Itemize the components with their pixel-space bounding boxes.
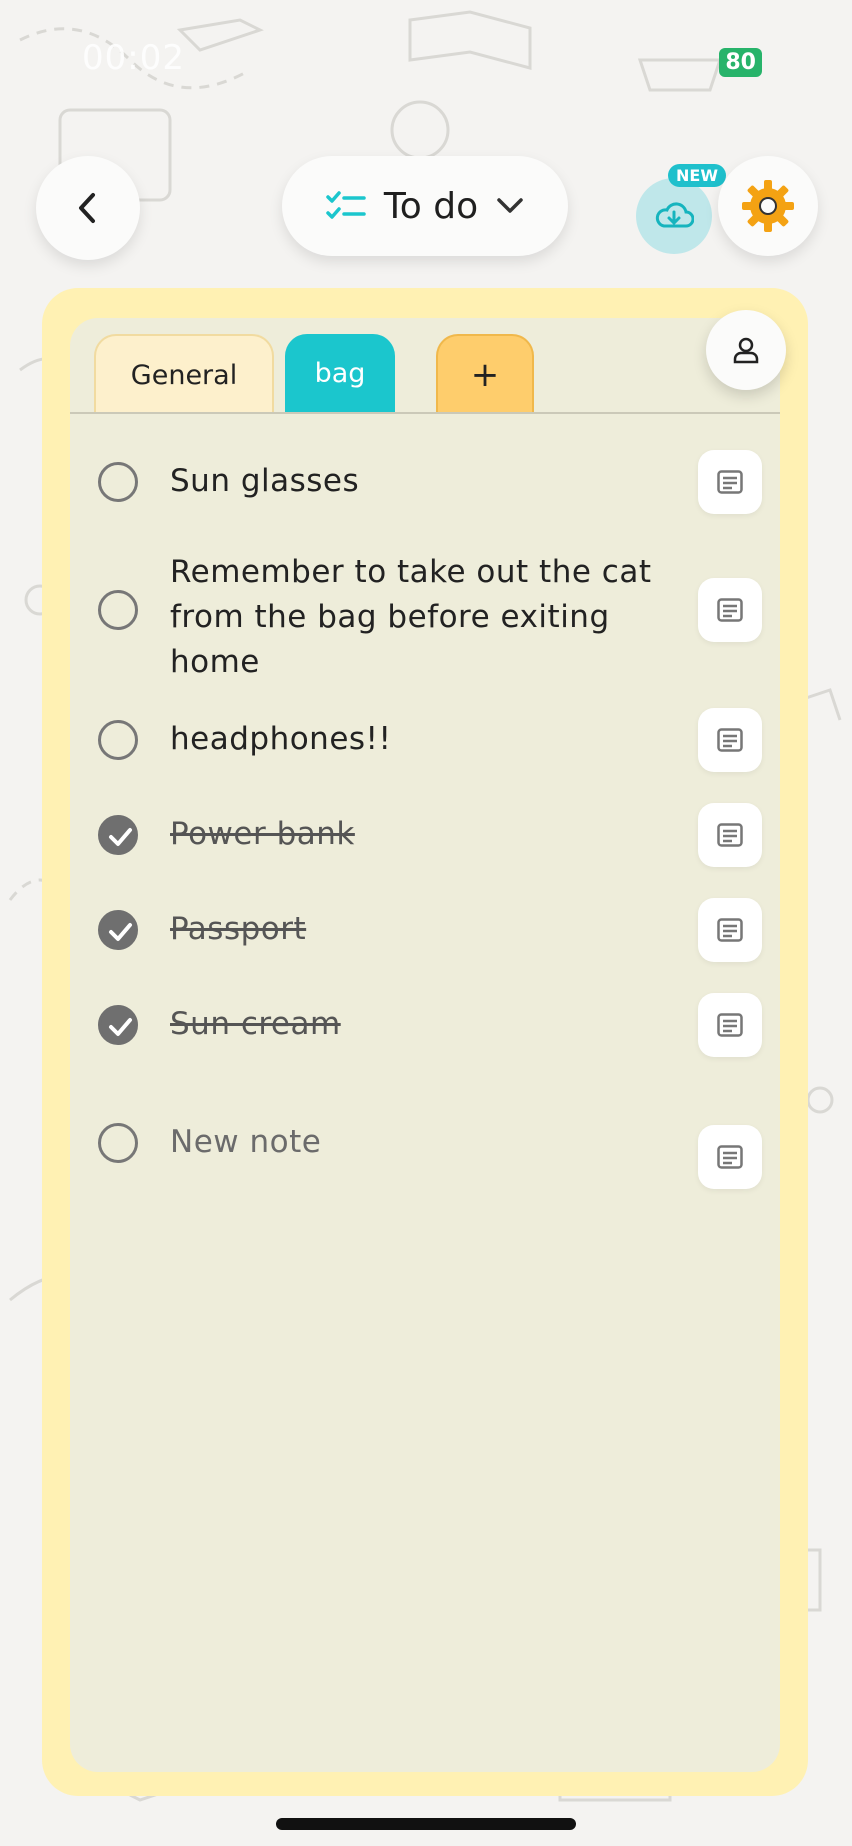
- checkbox[interactable]: [98, 590, 138, 630]
- note-icon: [717, 470, 743, 494]
- tab-bag[interactable]: bag: [285, 334, 395, 412]
- item-text[interactable]: Remember to take out the cat from the ba…: [170, 550, 670, 685]
- cloud-sync-button[interactable]: [636, 178, 712, 254]
- new-badge: NEW: [668, 164, 726, 187]
- cloud-download-icon: [655, 202, 694, 228]
- checkbox-checked[interactable]: [98, 910, 138, 950]
- check-icon: [109, 923, 132, 941]
- gear-icon: [742, 180, 794, 232]
- note-icon: [717, 823, 743, 847]
- checkbox-checked[interactable]: [98, 815, 138, 855]
- item-note-button[interactable]: [698, 803, 762, 867]
- checkbox[interactable]: [98, 462, 138, 502]
- check-icon: [109, 1018, 132, 1036]
- back-button[interactable]: [36, 156, 140, 260]
- list-card: [42, 288, 808, 1796]
- checklist-icon: [326, 191, 366, 219]
- user-icon: [733, 337, 759, 364]
- item-text[interactable]: headphones!!: [170, 717, 391, 762]
- page-title: To do: [383, 185, 479, 227]
- note-icon: [717, 598, 743, 622]
- item-text[interactable]: Sun glasses: [170, 459, 359, 504]
- settings-button[interactable]: [718, 156, 818, 256]
- item-text[interactable]: Passport: [170, 907, 306, 952]
- status-time: 00:02: [82, 38, 185, 78]
- list-type-dropdown[interactable]: To do: [282, 156, 568, 256]
- home-indicator: [276, 1818, 576, 1830]
- share-user-button[interactable]: [706, 310, 786, 390]
- checkbox-checked[interactable]: [98, 1005, 138, 1045]
- item-text[interactable]: Sun cream: [170, 1002, 341, 1047]
- chevron-down-icon: [497, 198, 523, 213]
- checkbox[interactable]: [98, 720, 138, 760]
- tab-general[interactable]: General: [94, 334, 274, 414]
- item-note-button[interactable]: [698, 1125, 762, 1189]
- add-tab-button[interactable]: +: [436, 334, 534, 414]
- item-note-button[interactable]: [698, 708, 762, 772]
- note-icon: [717, 1145, 743, 1169]
- chevron-left-icon: [79, 193, 95, 223]
- tab-divider: [70, 412, 780, 414]
- item-note-button[interactable]: [698, 578, 762, 642]
- note-icon: [717, 728, 743, 752]
- checkbox[interactable]: [98, 1123, 138, 1163]
- item-note-button[interactable]: [698, 898, 762, 962]
- item-text[interactable]: Power bank: [170, 812, 355, 857]
- item-note-button[interactable]: [698, 450, 762, 514]
- check-icon: [109, 828, 132, 846]
- note-icon: [717, 918, 743, 942]
- item-note-button[interactable]: [698, 993, 762, 1057]
- note-icon: [717, 1013, 743, 1037]
- new-note-input[interactable]: New note: [170, 1120, 321, 1165]
- battery-indicator: 80: [719, 48, 762, 77]
